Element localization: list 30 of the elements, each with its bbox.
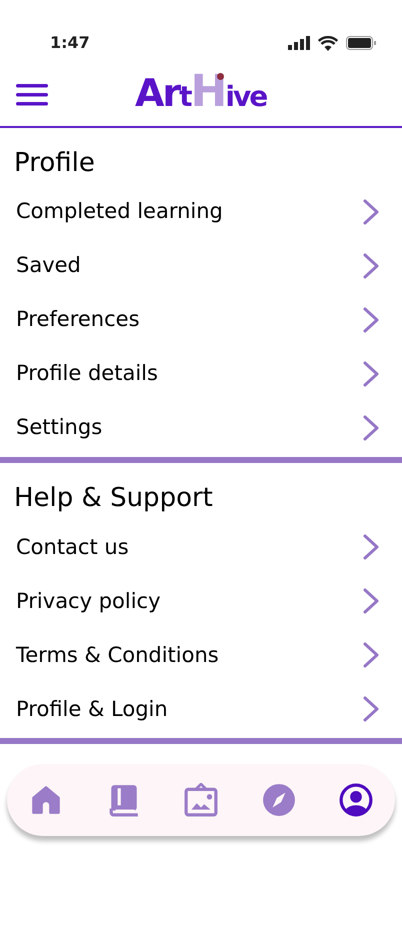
chevron-right-icon[interactable] — [362, 414, 380, 442]
compass-icon[interactable] — [262, 783, 296, 818]
chevron-right-icon[interactable] — [362, 252, 380, 280]
menu-icon[interactable] — [16, 83, 48, 107]
chevron-right-icon[interactable] — [362, 360, 380, 388]
status-time: 1:47 — [50, 32, 90, 54]
signal-icon — [288, 36, 310, 50]
menu-item-label[interactable]: Terms & Conditions — [16, 640, 219, 672]
section-title: Help & Support — [13, 482, 214, 516]
menu-item-label[interactable]: Contact us — [16, 532, 129, 564]
chevron-right-icon[interactable] — [362, 198, 380, 226]
profile-icon[interactable] — [339, 783, 373, 818]
menu-item-label[interactable]: Preferences — [16, 304, 140, 336]
wifi-icon — [318, 36, 338, 50]
menu-item-label[interactable]: Profile details — [16, 358, 158, 390]
book-icon[interactable] — [106, 783, 140, 818]
chevron-right-icon[interactable] — [362, 587, 380, 616]
section-title: Profile — [13, 147, 96, 180]
menu-item-label[interactable]: Profile & Login — [16, 694, 168, 726]
chevron-right-icon[interactable] — [362, 306, 380, 334]
menu-item-label[interactable]: Privacy policy — [16, 586, 161, 618]
logo: ArtHive — [135, 70, 266, 114]
battery-icon — [346, 36, 376, 50]
framed-picture-icon[interactable] — [184, 783, 218, 818]
chevron-right-icon[interactable] — [362, 641, 380, 670]
chevron-right-icon[interactable] — [362, 533, 380, 562]
menu-item-label[interactable]: Completed learning — [16, 196, 223, 228]
menu-item-label[interactable]: Settings — [16, 412, 102, 444]
chevron-right-icon[interactable] — [362, 695, 380, 724]
menu-item-label[interactable]: Saved — [16, 250, 81, 282]
